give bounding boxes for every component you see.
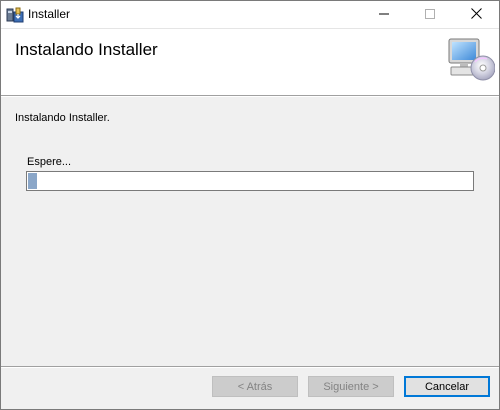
computer-cd-icon	[447, 38, 496, 82]
minimize-icon	[379, 6, 389, 24]
installer-window: Installer Instalando Installer Instaland…	[0, 0, 500, 410]
wait-label: Espere...	[27, 156, 72, 168]
banner-divider	[1, 96, 499, 97]
progress-bar	[26, 171, 474, 191]
footer-divider	[1, 366, 499, 368]
back-button[interactable]: < Atrás	[212, 376, 298, 397]
window-title: Installer	[28, 7, 71, 21]
installer-app-icon	[6, 6, 24, 24]
banner-title: Instalando Installer	[15, 40, 158, 59]
maximize-button[interactable]	[407, 1, 453, 28]
title-bar[interactable]: Installer	[1, 1, 499, 29]
minimize-button[interactable]	[361, 1, 407, 28]
status-text: Instalando Installer.	[15, 112, 110, 124]
progress-fill	[28, 173, 37, 189]
next-button[interactable]: Siguiente >	[308, 376, 394, 397]
close-button[interactable]	[453, 1, 499, 28]
close-icon	[470, 6, 482, 24]
header-banner: Instalando Installer	[1, 29, 499, 96]
maximize-icon	[425, 6, 435, 24]
cancel-button[interactable]: Cancelar	[404, 376, 490, 397]
